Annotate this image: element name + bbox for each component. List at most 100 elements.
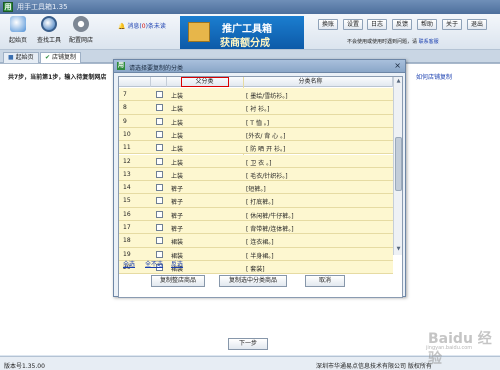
invert-selection-link[interactable]: 反选 bbox=[171, 259, 183, 268]
row-checkbox[interactable] bbox=[156, 237, 163, 245]
header-category-name[interactable]: 分类名称 bbox=[229, 77, 393, 87]
table-row[interactable]: 13 上装 [ 毛衣/针织衫。] bbox=[119, 167, 393, 182]
promo-banner[interactable]: 推广工具箱 获商额分成 bbox=[180, 16, 304, 49]
status-bar: 版本号1.35.00 深圳市华通易点信息技术有限公司 版权所有 bbox=[0, 356, 500, 370]
table-row[interactable]: 7 上装 [ 墨绘/雪纺衫。] bbox=[119, 88, 393, 102]
copy-all-products-button[interactable]: 复制整店商品 bbox=[151, 275, 205, 287]
row-checkbox[interactable] bbox=[156, 224, 163, 231]
row-category-name: [短裤。] bbox=[246, 186, 266, 194]
message-prefix: 消息( bbox=[127, 23, 142, 30]
tab-shop-copy[interactable]: ✔ 店铺复制 bbox=[40, 52, 81, 63]
app-icon: 用 bbox=[3, 2, 13, 12]
table-row[interactable]: 16 裤子 [ 休闲裤/牛仔裤。] bbox=[119, 207, 393, 221]
exit-button[interactable]: 退出 bbox=[467, 19, 487, 30]
row-number: 8 bbox=[123, 104, 127, 112]
table-row[interactable]: 10 上装 [外衣/ 背 心 。] bbox=[119, 127, 393, 142]
next-step-button[interactable]: 下一步 bbox=[228, 338, 268, 350]
settings-button[interactable]: 设置 bbox=[343, 19, 363, 30]
switch-account-button[interactable]: 换账 bbox=[318, 19, 338, 30]
row-checkbox[interactable] bbox=[156, 184, 163, 192]
row-category-name: [ 卫 衣 。] bbox=[246, 159, 272, 167]
feedback-button[interactable]: 反馈 bbox=[392, 19, 412, 30]
tab-start-page[interactable]: ■ 起始页 bbox=[3, 52, 39, 63]
row-category-name: [ 连衣裙。] bbox=[246, 239, 274, 247]
row-number: 9 bbox=[123, 117, 127, 125]
start-page-button[interactable]: 起始页 bbox=[3, 16, 33, 48]
row-parent-category: 上装 bbox=[171, 93, 184, 100]
title-bar: 用 用手工具箱1.35 bbox=[0, 0, 500, 14]
select-all-link[interactable]: 全选 bbox=[123, 259, 135, 268]
config-shop-label: 配置网店 bbox=[68, 37, 93, 44]
scroll-down-icon[interactable]: ▼ bbox=[395, 246, 402, 254]
row-parent-category: 上装 bbox=[171, 132, 184, 140]
support-note-text: 不会使用或使用时遇到问题，请 bbox=[347, 39, 418, 45]
row-number: 16 bbox=[123, 210, 131, 218]
toolbar: 起始页 查找工具 配置网店 🔔 消息(0)条未读 推广工具箱 获商额分成 换账 … bbox=[0, 14, 500, 50]
tab-start-label: 起始页 bbox=[15, 54, 34, 61]
how-to-copy-link[interactable]: 如何店铺复制 bbox=[416, 72, 452, 81]
find-tools-button[interactable]: 查找工具 bbox=[34, 16, 64, 48]
select-none-link[interactable]: 全不选 bbox=[145, 259, 163, 268]
row-parent-category: 裙装 bbox=[171, 239, 184, 247]
row-checkbox[interactable] bbox=[156, 91, 163, 98]
copy-selected-category-button[interactable]: 复制选中分类商品 bbox=[219, 275, 287, 287]
table-row[interactable]: 11 上装 [ 防 晒 开 衫。] bbox=[119, 141, 393, 155]
vertical-scrollbar[interactable]: ▲ ▼ bbox=[393, 77, 402, 255]
row-parent-category: 裤子 bbox=[171, 186, 184, 194]
row-checkbox[interactable] bbox=[156, 117, 163, 125]
support-note: 不会使用或使用时遇到问题，请 联系客服 bbox=[347, 38, 439, 45]
baidu-watermark-url: jingyan.baidu.com bbox=[426, 345, 473, 351]
about-button[interactable]: 关于 bbox=[442, 19, 462, 30]
cancel-button[interactable]: 取消 bbox=[305, 275, 345, 287]
row-parent-category: 上装 bbox=[171, 159, 184, 167]
category-select-dialog: 用 请选择要复制的分类 × 父分类 分类名称 7 上装 [ 墨绘/雪纺衫。] 8 上装 [… bbox=[113, 59, 406, 298]
config-shop-button[interactable]: 配置网店 bbox=[66, 16, 96, 48]
row-category-name: [ 防 晒 开 衫。] bbox=[246, 146, 286, 154]
row-parent-category: 裤子 bbox=[171, 226, 184, 233]
row-number: 13 bbox=[123, 170, 131, 178]
row-parent-category: 裤子 bbox=[171, 212, 184, 220]
table-row[interactable]: 15 裤子 [ 打底裤。] bbox=[119, 194, 393, 208]
app-title: 用手工具箱1.35 bbox=[17, 3, 68, 11]
log-button[interactable]: 日志 bbox=[367, 19, 387, 30]
scroll-thumb[interactable] bbox=[395, 137, 402, 191]
row-checkbox[interactable] bbox=[156, 130, 163, 138]
find-tools-label: 查找工具 bbox=[36, 37, 61, 44]
row-category-name: [ 衬 衫。] bbox=[246, 106, 270, 114]
bell-icon: 🔔 bbox=[118, 23, 126, 30]
table-row[interactable]: 9 上装 [ T 恤 。] bbox=[119, 114, 393, 128]
step-indicator: 共7步，当前第1步，输入待复制网店 bbox=[8, 74, 107, 81]
search-icon bbox=[41, 16, 57, 32]
support-link[interactable]: 联系客服 bbox=[419, 39, 439, 45]
row-number: 7 bbox=[123, 91, 127, 98]
row-checkbox[interactable] bbox=[156, 104, 163, 112]
row-number: 11 bbox=[123, 144, 131, 152]
header-checkbox bbox=[151, 77, 167, 87]
row-number: 15 bbox=[123, 197, 131, 205]
row-parent-category: 上装 bbox=[171, 119, 184, 127]
row-checkbox[interactable] bbox=[156, 157, 163, 165]
table-row[interactable]: 14 裤子 [短裤。] bbox=[119, 181, 393, 195]
version-label: 版本号1.35.00 bbox=[4, 363, 45, 370]
close-icon[interactable]: × bbox=[394, 61, 401, 70]
help-button[interactable]: 帮助 bbox=[417, 19, 437, 30]
row-parent-category: 上装 bbox=[171, 146, 184, 154]
table-row[interactable]: 8 上装 [ 衬 衫。] bbox=[119, 101, 393, 115]
row-number: 12 bbox=[123, 157, 131, 165]
row-checkbox[interactable] bbox=[156, 197, 163, 205]
table-row[interactable]: 17 裤子 [ 背带裤/连体裤。] bbox=[119, 221, 393, 235]
row-checkbox[interactable] bbox=[156, 144, 163, 152]
table-header: 父分类 分类名称 bbox=[119, 77, 393, 87]
scroll-up-icon[interactable]: ▲ bbox=[395, 78, 402, 86]
table-row[interactable]: 18 裙装 [ 连衣裙。] bbox=[119, 234, 393, 248]
gear-icon bbox=[73, 16, 89, 32]
header-parent-category[interactable]: 父分类 bbox=[181, 77, 229, 87]
row-parent-category: 裤子 bbox=[171, 199, 184, 207]
table-row[interactable]: 12 上装 [ 卫 衣 。] bbox=[119, 154, 393, 168]
row-checkbox[interactable] bbox=[156, 170, 163, 178]
row-checkbox[interactable] bbox=[156, 210, 163, 218]
gift-box-icon bbox=[188, 22, 210, 42]
row-category-name: [ 毛衣/针织衫。] bbox=[246, 172, 288, 180]
message-notice[interactable]: 🔔 消息(0)条未读 bbox=[118, 21, 166, 30]
row-parent-category: 上装 bbox=[171, 106, 184, 114]
